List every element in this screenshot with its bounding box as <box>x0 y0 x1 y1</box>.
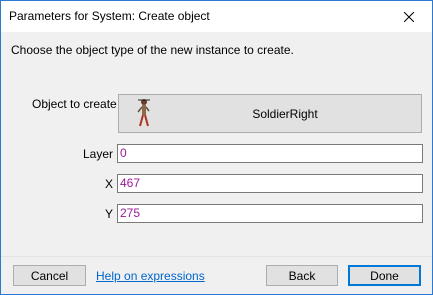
instruction-text: Choose the object type of the new instan… <box>11 43 294 57</box>
x-field[interactable]: 467 <box>117 174 423 193</box>
help-on-expressions-link[interactable]: Help on expressions <box>96 269 205 283</box>
footer-separator <box>1 256 432 257</box>
y-field[interactable]: 275 <box>117 204 423 223</box>
y-label: Y <box>105 207 114 221</box>
layer-label: Layer <box>83 147 114 161</box>
object-picker-button[interactable]: SoldierRight <box>118 94 422 133</box>
back-button[interactable]: Back <box>266 265 338 286</box>
x-label: X <box>105 177 114 191</box>
done-button[interactable]: Done <box>348 265 421 286</box>
layer-field[interactable]: 0 <box>117 144 423 163</box>
window-title: Parameters for System: Create object <box>9 9 210 23</box>
close-button[interactable] <box>386 1 432 32</box>
close-icon <box>404 11 414 22</box>
dialog-window: Parameters for System: Create object Cho… <box>0 0 433 295</box>
object-label: Object to create <box>32 97 117 111</box>
object-name: SoldierRight <box>252 107 318 121</box>
cancel-button[interactable]: Cancel <box>13 265 86 286</box>
title-bar: Parameters for System: Create object <box>1 1 432 32</box>
